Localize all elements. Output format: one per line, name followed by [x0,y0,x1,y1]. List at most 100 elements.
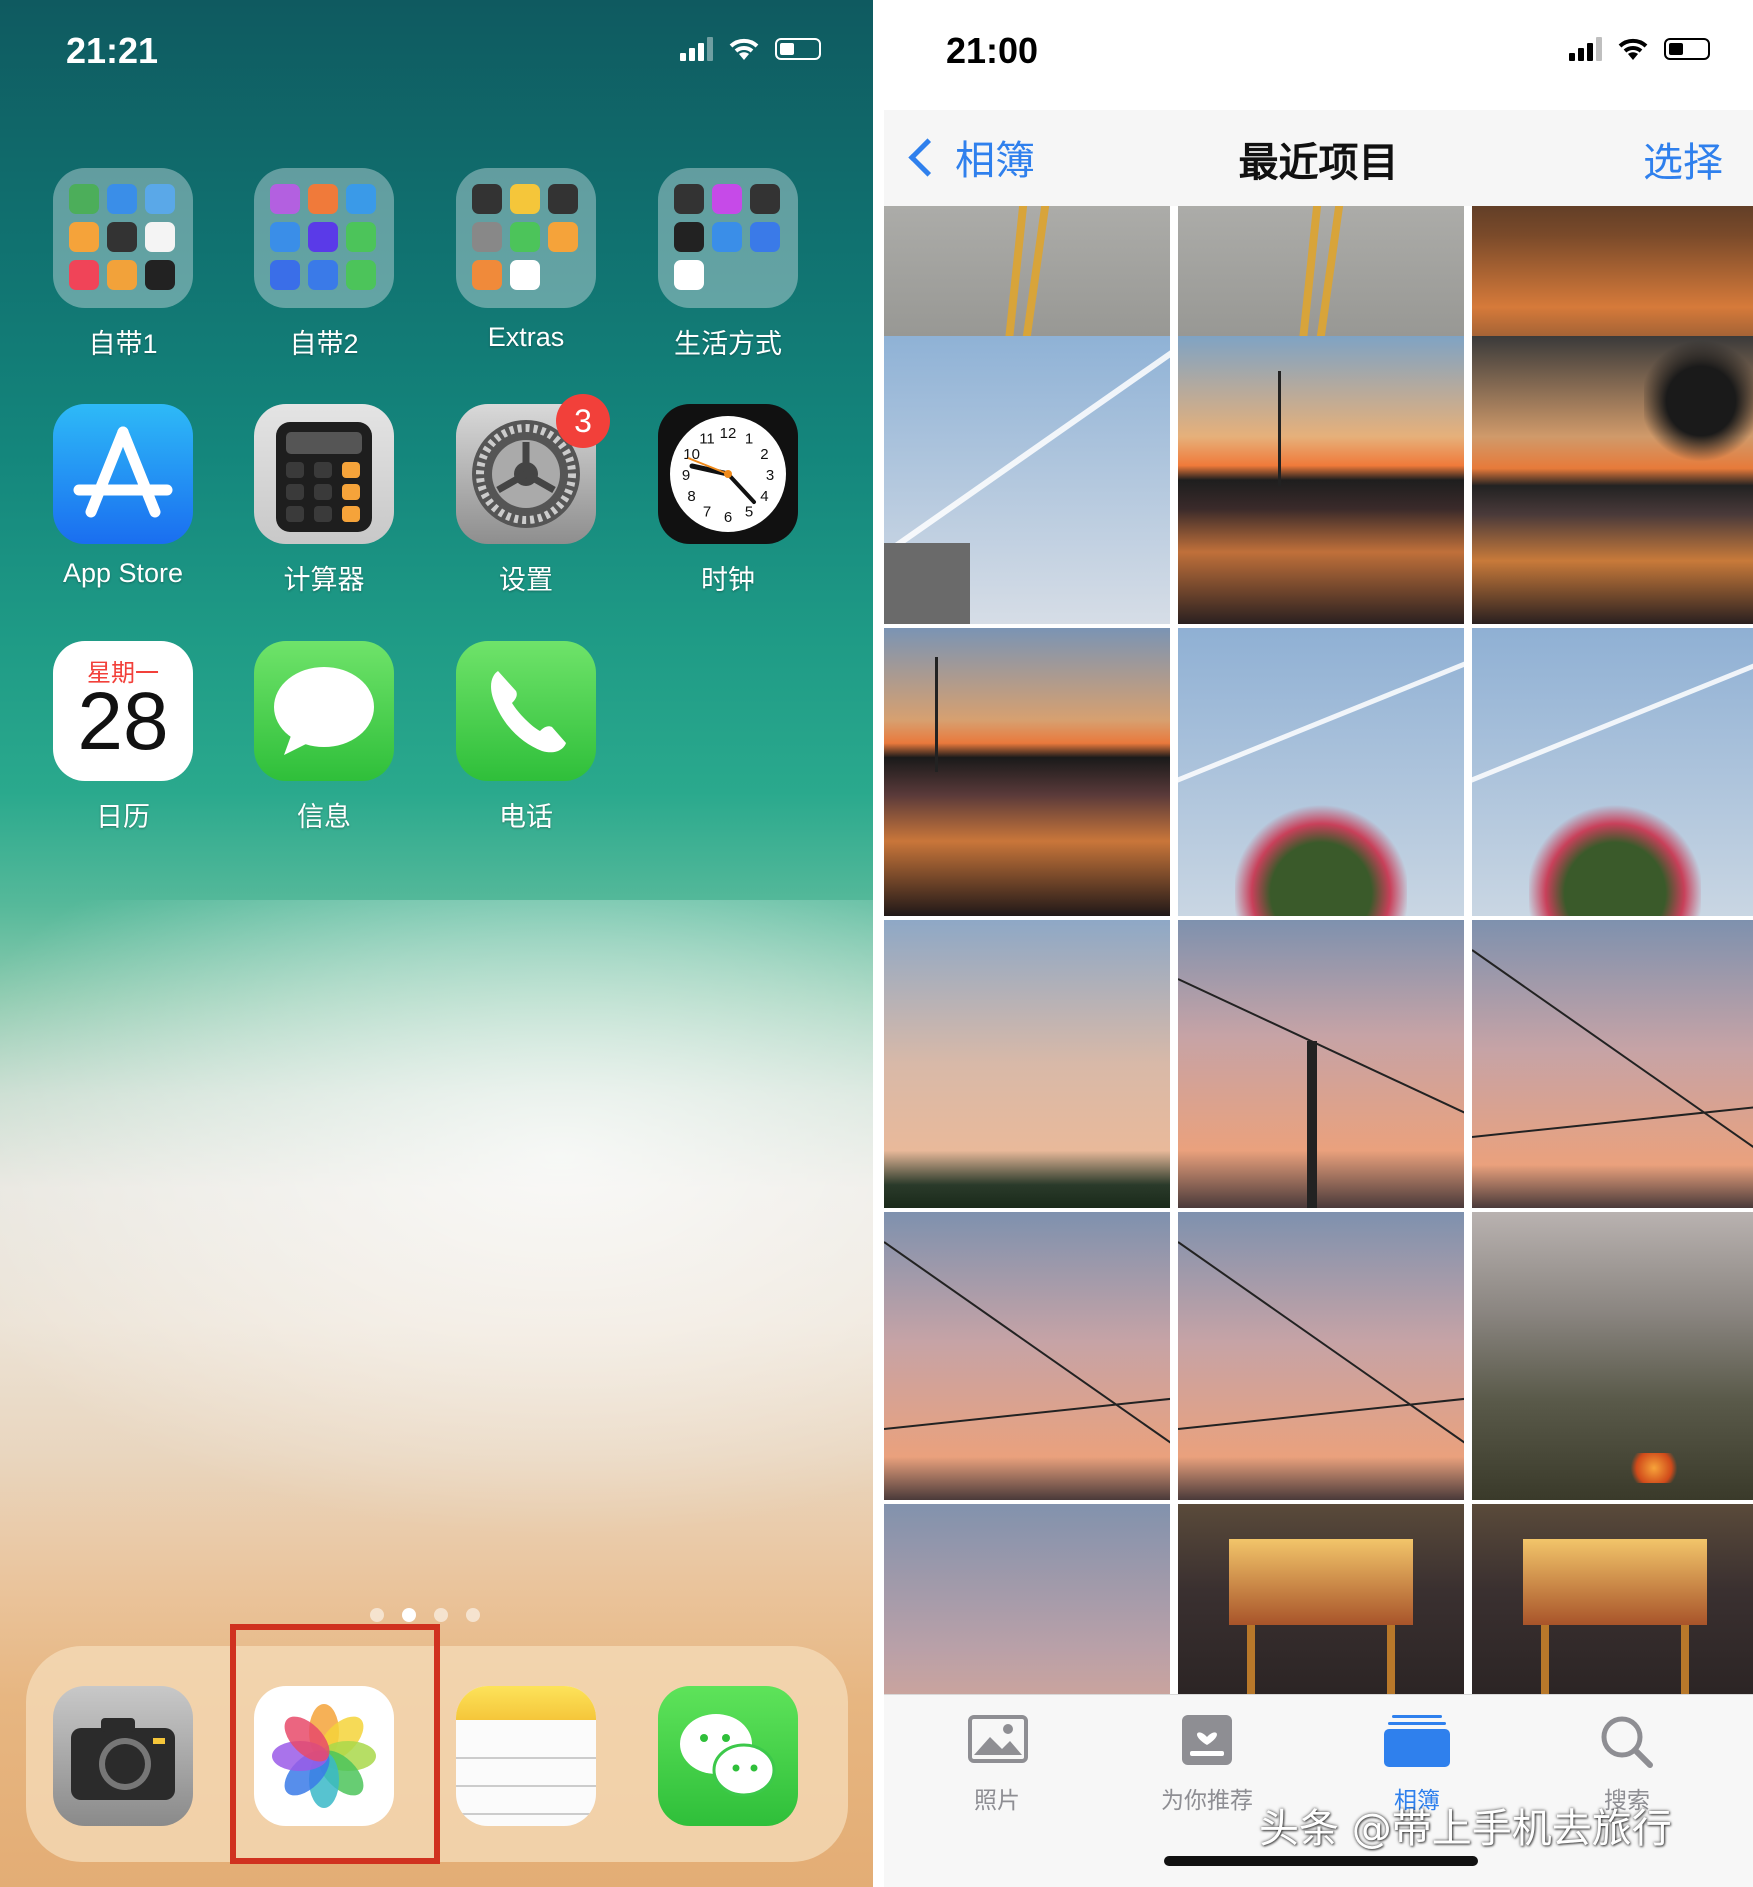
photo-thumbnail[interactable] [884,336,1170,624]
dock-app-wechat[interactable] [648,1686,808,1826]
app-label: App Store [62,558,184,588]
page-dot[interactable] [370,1608,384,1622]
clock-number: 11 [699,431,715,448]
photo-grid [884,206,1753,1694]
photo-thumbnail[interactable] [884,628,1170,916]
albums-tab-icon [1382,1713,1452,1769]
home-indicator[interactable] [1164,1856,1478,1866]
photo-thumbnail[interactable] [1472,1212,1753,1500]
photo-thumbnail[interactable] [1178,1504,1464,1694]
app-folder-2[interactable]: Extras [446,168,606,353]
photo-thumbnail[interactable] [1472,1504,1753,1694]
photo-thumbnail[interactable] [1178,336,1464,624]
page-dot[interactable] [466,1608,480,1622]
folder-app-icon[interactable] [254,168,394,308]
highlight-box [230,1624,440,1864]
cellular-signal-icon [1569,37,1602,61]
photo-thumbnail[interactable] [884,1504,1170,1694]
clock-number: 12 [720,425,737,442]
app-phone[interactable]: 电话 [446,641,606,834]
app-label: 信息 [297,802,351,832]
photo-thumbnail[interactable] [1472,628,1753,916]
search-tab-icon [1592,1713,1662,1769]
folder-app-icon[interactable] [456,168,596,308]
clock-number: 1 [745,431,753,448]
clock-number: 6 [724,509,732,526]
app-label: 自带1 [88,329,158,359]
photo-thumbnail[interactable] [1472,336,1753,624]
photos-tab-icon [962,1713,1032,1769]
app-label: Extras [487,322,565,352]
clock-number: 2 [760,446,768,463]
messages-app-icon[interactable] [254,641,394,781]
app-folder-3[interactable]: 生活方式 [648,168,808,361]
select-button[interactable]: 选择 [1643,130,1723,188]
photos-status-icons [1569,36,1710,62]
dock-app-notes[interactable] [446,1686,606,1826]
app-clock[interactable]: 12 1 2 3 4 5 6 7 8 9 10 11 时钟 [648,404,808,597]
photo-thumbnail[interactable] [1178,628,1464,916]
calendar-app-icon[interactable]: 星期一 28 [53,641,193,781]
clock-face-icon: 12 1234567891011 [670,416,786,532]
photos-app: 21:00 相簿 最近项目 选择 照片 为你推荐 相簿 搜索 头条 @带上手机去… [884,0,1753,1887]
navigation-bar: 相簿 最近项目 选择 [884,110,1753,206]
home-screen: 21:21 自带1 自带2 Extras 生活方式 App Store 计算器 3… [0,0,873,1887]
notes-lines-icon [456,1757,596,1815]
wifi-icon [1618,38,1648,60]
clock-number: 3 [766,467,774,484]
phone-handset-icon [491,671,566,753]
folder-app-icon[interactable] [658,168,798,308]
clock-number: 7 [703,503,711,520]
page-title: 最近项目 [1238,140,1399,186]
message-bubble-icon [274,667,374,755]
dock-app-camera[interactable] [43,1686,203,1826]
app-folder-1[interactable]: 自带2 [244,168,404,361]
photo-thumbnail[interactable] [1472,920,1753,1208]
photo-thumbnail[interactable] [884,920,1170,1208]
app-messages[interactable]: 信息 [244,641,404,834]
camera-app-icon[interactable] [53,1686,193,1826]
page-indicator[interactable] [370,1608,480,1622]
wifi-icon [729,38,759,60]
notification-badge: 3 [556,394,610,448]
app-label: 设置 [499,565,553,595]
app-calculator[interactable]: 计算器 [244,404,404,597]
photo-thumbnail[interactable] [1178,920,1464,1208]
app-label: 计算器 [283,565,365,595]
app-label: 时钟 [701,565,755,595]
app-label: 日历 [96,802,150,832]
app-label: 生活方式 [674,329,782,359]
wechat-app-icon[interactable] [658,1686,798,1826]
clock-number: 4 [760,488,768,505]
calculator-app-icon[interactable] [254,404,394,544]
page-dot[interactable] [402,1608,416,1622]
for-you-tab-icon [1172,1713,1242,1769]
clock-app-icon[interactable]: 12 1 2 3 4 5 6 7 8 9 10 11 [658,404,798,544]
camera-icon [71,1718,175,1800]
notes-app-icon[interactable] [456,1686,596,1826]
app-calendar[interactable]: 星期一 28 日历 [43,641,203,834]
page-dot[interactable] [434,1608,448,1622]
app-appstore[interactable]: App Store [43,404,203,589]
phone-app-icon[interactable] [456,641,596,781]
app-settings[interactable]: 3 设置 [446,394,610,597]
tab-photos[interactable]: 照片 [897,1713,1097,1815]
folder-app-icon[interactable] [53,168,193,308]
clock-number: 8 [687,488,695,505]
photo-thumbnail[interactable] [1178,1212,1464,1500]
tab-label: 照片 [974,1788,1020,1814]
calculator-icon [276,422,372,532]
app-folder-0[interactable]: 自带1 [43,168,203,361]
watermark: 头条 @带上手机去旅行 [1259,1806,1672,1852]
home-status-time: 21:21 [66,30,159,71]
clock-number: 5 [745,503,753,520]
photos-status-time: 21:00 [946,30,1039,71]
battery-icon [1664,38,1710,60]
clock-number: 9 [682,467,690,484]
photo-thumbnail[interactable] [884,1212,1170,1500]
wechat-icon [680,1714,776,1797]
battery-icon [775,38,821,60]
app-store-icon [73,426,173,518]
appstore-app-icon[interactable] [53,404,193,544]
home-status-icons [680,36,821,62]
